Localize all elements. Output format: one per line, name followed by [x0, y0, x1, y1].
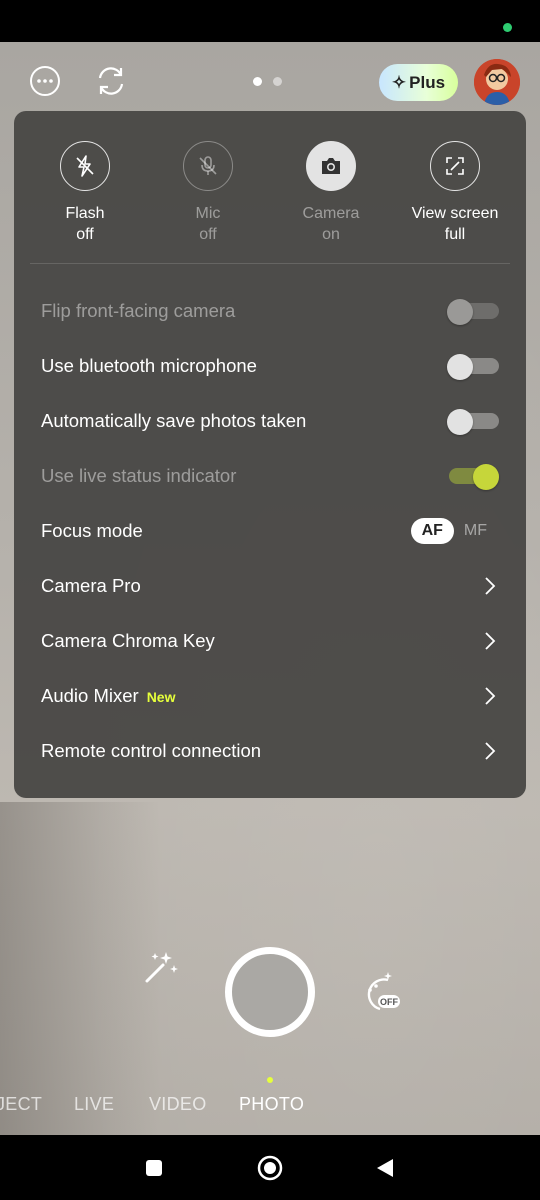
avatar-image [474, 59, 520, 105]
mic-toggle-circle [183, 141, 233, 191]
system-nav-bar [0, 1135, 540, 1200]
new-badge: New [146, 689, 176, 705]
chevron-right-icon [481, 741, 499, 761]
camera-toggle[interactable]: Camera on [269, 141, 393, 245]
flash-state: off [76, 226, 94, 243]
mode-photo[interactable]: PHOTO [239, 1094, 304, 1115]
mode-selector: JECT LIVE VIDEO PHOTO [0, 1094, 540, 1118]
more-options-button[interactable] [25, 61, 65, 101]
mic-off-icon [199, 156, 217, 175]
mode-live[interactable]: LIVE [74, 1094, 114, 1115]
flip-front-camera-switch[interactable] [447, 299, 499, 325]
view-screen-toggle[interactable]: View screen full [393, 141, 517, 245]
view-screen-state: full [444, 226, 466, 243]
camera-state: on [322, 226, 340, 243]
setting-label: Use live status indicator [41, 465, 237, 486]
chevron-right-icon [481, 576, 499, 596]
plus-button[interactable]: ✧ Plus [379, 64, 458, 101]
home-circle-icon [257, 1155, 283, 1181]
panel-divider [30, 263, 510, 264]
setting-camera-chroma-key[interactable]: Camera Chroma Key [41, 621, 499, 661]
setting-label: Use bluetooth microphone [41, 355, 257, 376]
setting-audio-mixer[interactable]: Audio Mixer New [41, 676, 499, 716]
setting-label: Focus mode [41, 520, 143, 541]
mic-state: off [199, 226, 217, 243]
view-screen-label: View screen [411, 205, 499, 222]
flash-toggle[interactable]: Flash off [23, 141, 147, 245]
fullscreen-icon [446, 157, 464, 175]
focus-mf-option[interactable]: MF [464, 522, 487, 540]
setting-bluetooth-mic[interactable]: Use bluetooth microphone [41, 346, 499, 386]
setting-label: Audio Mixer [41, 685, 139, 706]
beauty-off-icon: OFF [367, 972, 400, 1011]
plus-label: Plus [409, 72, 446, 92]
back-triangle-icon [377, 1159, 393, 1177]
auto-save-switch[interactable] [447, 409, 499, 435]
bluetooth-mic-switch[interactable] [447, 354, 499, 380]
page-dot [273, 77, 282, 86]
chevron-right-icon [481, 631, 499, 651]
live-status-switch[interactable] [447, 464, 499, 490]
setting-auto-save-photos[interactable]: Automatically save photos taken [41, 401, 499, 441]
mic-toggle[interactable]: Mic off [146, 141, 270, 245]
flash-label: Flash [65, 205, 105, 222]
status-bar [0, 0, 540, 42]
effects-button[interactable] [141, 947, 181, 987]
switch-camera-icon [98, 67, 124, 95]
setting-label: Camera Pro [41, 575, 141, 596]
setting-label: Remote control connection [41, 740, 262, 761]
setting-flip-front-camera[interactable]: Flip front-facing camera [41, 291, 499, 331]
camera-icon [322, 158, 340, 174]
sparkle-icon: ✧ [391, 72, 407, 92]
focus-af-option[interactable]: AF [410, 518, 454, 544]
setting-live-status-indicator[interactable]: Use live status indicator [41, 456, 499, 496]
quick-settings-panel: Flash off Mic off Camera on View screen … [14, 111, 526, 798]
setting-label: Flip front-facing camera [41, 300, 236, 321]
square-icon [146, 1160, 162, 1176]
quick-toggle-row: Flash off Mic off Camera on View screen … [14, 141, 526, 251]
flash-off-icon [76, 155, 94, 177]
view-screen-circle [430, 141, 480, 191]
svg-text:OFF: OFF [380, 997, 398, 1007]
flash-toggle-circle [60, 141, 110, 191]
setting-focus-mode: Focus mode AF MF [41, 511, 499, 551]
back-button[interactable] [370, 1153, 400, 1183]
switch-camera-button[interactable] [91, 61, 131, 101]
chevron-right-icon [481, 686, 499, 706]
beauty-filter-button[interactable]: OFF [358, 970, 404, 1016]
shutter-button[interactable] [225, 947, 315, 1037]
avatar[interactable] [474, 59, 520, 105]
active-mode-indicator [267, 1077, 273, 1083]
recents-button[interactable] [139, 1153, 169, 1183]
camera-label: Camera [302, 205, 360, 222]
home-button[interactable] [255, 1153, 285, 1183]
setting-label: Automatically save photos taken [41, 410, 307, 431]
setting-camera-pro[interactable]: Camera Pro [41, 566, 499, 606]
mode-ject[interactable]: JECT [0, 1094, 42, 1115]
mode-video[interactable]: VIDEO [149, 1094, 207, 1115]
page-dot-active [253, 77, 262, 86]
focus-mode-selector: AF MF [410, 518, 499, 544]
magic-wand-icon [145, 952, 178, 983]
privacy-indicator-dot [503, 23, 512, 32]
viewfinder-shadow [0, 802, 160, 1135]
setting-remote-control[interactable]: Remote control connection [41, 731, 499, 771]
page-indicator [253, 77, 282, 86]
camera-toggle-circle [306, 141, 356, 191]
more-icon [30, 66, 60, 96]
mic-label: Mic [195, 205, 221, 222]
setting-label: Camera Chroma Key [41, 630, 215, 651]
